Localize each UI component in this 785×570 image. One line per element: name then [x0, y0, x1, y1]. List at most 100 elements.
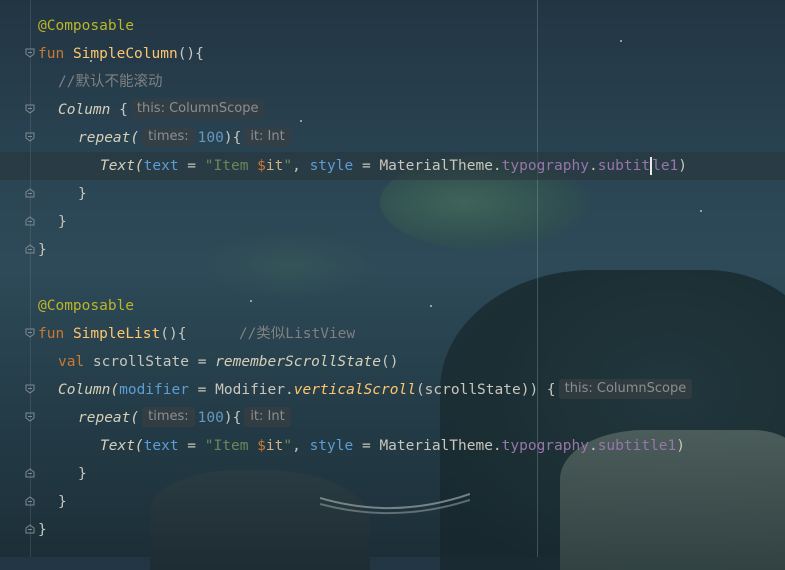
fold-close-icon[interactable] [24, 187, 36, 199]
fold-close-icon[interactable] [24, 495, 36, 507]
extension-call: verticalScroll [293, 382, 416, 398]
punctuation: ) [678, 158, 688, 174]
background-star [250, 300, 252, 302]
operator: = [353, 158, 380, 174]
composable-call: Column [58, 102, 111, 118]
code-line[interactable]: fun SimpleList(){ //类似ListView [38, 320, 355, 348]
keyword-token: val [58, 354, 85, 370]
number-token: 100 [197, 410, 224, 426]
inlay-hint: it: Int [244, 127, 291, 147]
named-arg: text [143, 158, 179, 174]
function-call: rememberScrollState [215, 354, 382, 370]
code-line[interactable]: } [78, 460, 87, 488]
inlay-hint: times: [142, 407, 195, 427]
fold-close-icon[interactable] [24, 215, 36, 227]
property-token: subtitle1 [597, 438, 677, 454]
operator: = [188, 382, 216, 398]
punctuation: } [58, 494, 67, 510]
code-line[interactable]: } [78, 180, 87, 208]
background-star [620, 40, 622, 42]
fold-open-icon[interactable] [24, 383, 36, 395]
inlay-hint: this: ColumnScope [130, 99, 265, 119]
punctuation: } [38, 522, 47, 538]
code-line[interactable]: } [58, 208, 67, 236]
code-line[interactable]: Text(text = "Item $it", style = Material… [100, 432, 685, 460]
property-token: subtit [597, 158, 651, 174]
punctuation: (){ [177, 46, 204, 62]
code-line[interactable]: @Composable [38, 292, 134, 320]
punctuation: ){ [223, 130, 242, 146]
code-line[interactable]: Column(modifier = Modifier.verticalScrol… [58, 376, 695, 404]
punctuation: . [588, 438, 598, 454]
number-token: 100 [197, 130, 224, 146]
fold-close-icon[interactable] [24, 467, 36, 479]
punctuation: () [381, 354, 399, 370]
composable-call: Text( [100, 438, 144, 454]
punctuation: } [58, 214, 67, 230]
operator: = [178, 438, 205, 454]
fold-close-icon[interactable] [24, 243, 36, 255]
class-ref: MaterialTheme. [379, 158, 502, 174]
background-bridge [320, 493, 470, 515]
template-var: it [265, 158, 284, 174]
editor-gutter [0, 0, 36, 557]
composable-call: Text( [100, 158, 144, 174]
annotation-token: @Composable [38, 18, 135, 34]
function-name: SimpleList [72, 326, 161, 342]
class-ref: Modifier. [215, 382, 294, 398]
property-token: le1 [652, 158, 679, 174]
inlay-hint: times: [142, 127, 195, 147]
fold-open-icon[interactable] [24, 131, 36, 143]
punctuation: . [588, 158, 598, 174]
background-cloud [200, 230, 380, 300]
fold-close-icon[interactable] [24, 523, 36, 535]
background-island [440, 270, 785, 570]
inlay-hint: this: ColumnScope [558, 379, 693, 399]
code-line[interactable]: repeat(times: 100){it: Int [78, 124, 294, 152]
fold-open-icon[interactable] [24, 103, 36, 115]
function-call: repeat( [78, 410, 140, 426]
punctuation: (){ [160, 326, 187, 342]
operator: = [178, 158, 205, 174]
code-line[interactable]: Column {this: ColumnScope [58, 96, 267, 124]
code-line[interactable]: fun SimpleColumn(){ [38, 40, 204, 68]
code-line[interactable]: repeat(times: 100){it: Int [78, 404, 294, 432]
code-line-current[interactable]: Text(text = "Item $it", style = Material… [100, 152, 687, 180]
variable-decl: scrollState = [84, 354, 216, 370]
punctuation: } [38, 242, 47, 258]
template-dollar: $ [257, 158, 266, 174]
named-arg: modifier [119, 382, 189, 398]
keyword-token: fun [38, 46, 65, 62]
fold-open-icon[interactable] [24, 47, 36, 59]
punctuation: , [292, 438, 310, 454]
punctuation: { [110, 102, 128, 118]
annotation-token: @Composable [38, 298, 135, 314]
punctuation: ){ [223, 410, 242, 426]
operator: = [353, 438, 380, 454]
code-line[interactable]: } [58, 488, 67, 516]
string-token: "Item [204, 438, 258, 454]
string-token: " [283, 438, 293, 454]
background-star [430, 305, 432, 307]
inlay-hint: it: Int [244, 407, 291, 427]
right-margin-guide [537, 0, 538, 557]
punctuation: } [78, 186, 87, 202]
punctuation: (scrollState)) { [415, 382, 556, 398]
code-line[interactable]: } [38, 236, 47, 264]
fold-open-icon[interactable] [24, 327, 36, 339]
code-line[interactable]: //默认不能滚动 [58, 68, 162, 96]
fold-open-icon[interactable] [24, 411, 36, 423]
property-token: typography [501, 158, 589, 174]
code-line[interactable]: val scrollState = rememberScrollState() [58, 348, 399, 376]
code-line[interactable]: @Composable [38, 12, 134, 40]
class-ref: MaterialTheme. [379, 438, 502, 454]
string-token: "Item [204, 158, 258, 174]
composable-call: Column( [58, 382, 120, 398]
comment-token: //默认不能滚动 [58, 74, 163, 90]
punctuation: ) [676, 438, 686, 454]
comment-token: //类似ListView [238, 326, 356, 342]
function-call: repeat( [78, 130, 140, 146]
code-line[interactable]: } [38, 516, 47, 544]
background-star [700, 210, 702, 212]
template-var: it [265, 438, 284, 454]
